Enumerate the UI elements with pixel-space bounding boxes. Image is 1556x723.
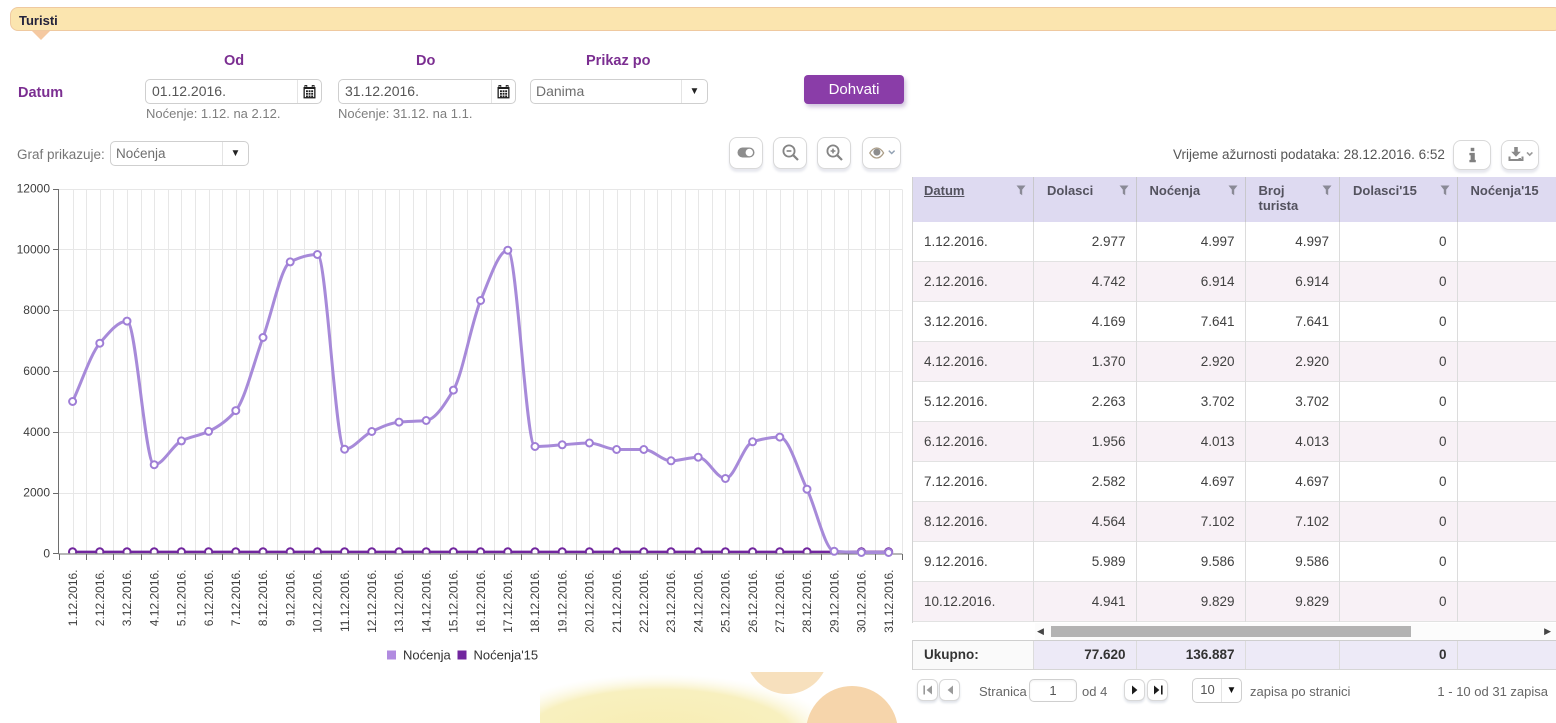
svg-text:12.12.2016.: 12.12.2016. — [365, 570, 379, 633]
svg-text:Noćenja'15: Noćenja'15 — [474, 648, 539, 663]
svg-text:2000: 2000 — [23, 486, 50, 500]
svg-text:11.12.2016.: 11.12.2016. — [338, 570, 352, 633]
svg-text:6000: 6000 — [23, 364, 50, 378]
svg-text:18.12.2016.: 18.12.2016. — [528, 570, 542, 633]
svg-text:3.12.2016.: 3.12.2016. — [120, 570, 134, 627]
svg-text:0: 0 — [43, 547, 50, 561]
svg-text:10000: 10000 — [17, 242, 51, 256]
svg-text:24.12.2016.: 24.12.2016. — [691, 570, 705, 633]
svg-text:2.12.2016.: 2.12.2016. — [93, 570, 107, 627]
svg-text:21.12.2016.: 21.12.2016. — [610, 570, 624, 633]
svg-text:26.12.2016.: 26.12.2016. — [746, 570, 760, 633]
svg-text:4000: 4000 — [23, 425, 50, 439]
svg-text:5.12.2016.: 5.12.2016. — [175, 570, 189, 627]
svg-text:13.12.2016.: 13.12.2016. — [392, 570, 406, 633]
svg-text:29.12.2016.: 29.12.2016. — [827, 570, 841, 633]
svg-text:1.12.2016.: 1.12.2016. — [66, 570, 80, 627]
svg-text:6.12.2016.: 6.12.2016. — [202, 570, 216, 627]
svg-text:20.12.2016.: 20.12.2016. — [583, 570, 597, 633]
svg-text:4.12.2016.: 4.12.2016. — [147, 570, 161, 627]
svg-text:7.12.2016.: 7.12.2016. — [229, 570, 243, 627]
svg-text:10.12.2016.: 10.12.2016. — [311, 570, 325, 633]
svg-text:30.12.2016.: 30.12.2016. — [855, 570, 869, 633]
svg-text:27.12.2016.: 27.12.2016. — [773, 570, 787, 633]
svg-text:19.12.2016.: 19.12.2016. — [555, 570, 569, 633]
svg-text:25.12.2016.: 25.12.2016. — [719, 570, 733, 633]
svg-text:8.12.2016.: 8.12.2016. — [256, 570, 270, 627]
svg-text:14.12.2016.: 14.12.2016. — [419, 570, 433, 633]
svg-text:22.12.2016.: 22.12.2016. — [637, 570, 651, 633]
svg-text:31.12.2016.: 31.12.2016. — [882, 570, 896, 633]
svg-text:28.12.2016.: 28.12.2016. — [800, 570, 814, 633]
svg-text:9.12.2016.: 9.12.2016. — [283, 570, 297, 627]
svg-text:Noćenja: Noćenja — [403, 648, 451, 663]
svg-text:16.12.2016.: 16.12.2016. — [474, 570, 488, 633]
svg-text:12000: 12000 — [17, 182, 51, 196]
svg-text:8000: 8000 — [23, 303, 50, 317]
svg-text:17.12.2016.: 17.12.2016. — [501, 570, 515, 633]
svg-text:23.12.2016.: 23.12.2016. — [664, 570, 678, 633]
svg-text:15.12.2016.: 15.12.2016. — [447, 570, 461, 633]
